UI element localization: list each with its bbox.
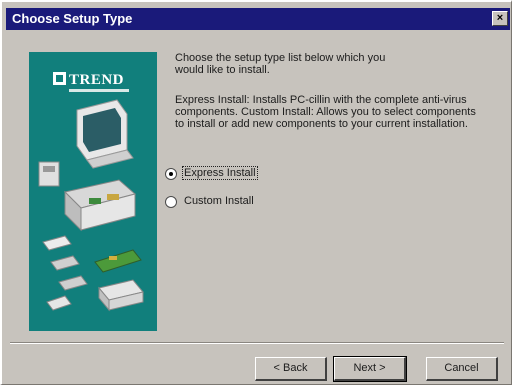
radio-checked-icon[interactable] — [165, 168, 177, 180]
computer-parts-illustration — [38, 99, 144, 312]
option-label[interactable]: Custom Install — [183, 195, 255, 207]
separator — [10, 342, 504, 344]
drive-icon — [98, 279, 144, 312]
title-bar: Choose Setup Type × — [6, 8, 510, 30]
next-button[interactable]: Next > — [333, 356, 407, 382]
speaker-icon — [38, 161, 60, 187]
setup-illustration: TREND — [29, 52, 157, 331]
install-description: Express Install: Installs PC-cillin with… — [175, 94, 476, 130]
chip-icon — [46, 275, 88, 311]
cancel-button[interactable]: Cancel — [426, 357, 498, 381]
content-area: Choose the setup type list below which y… — [175, 52, 500, 130]
open-case-icon — [64, 179, 137, 232]
radio-unchecked-icon[interactable] — [165, 196, 177, 208]
back-button[interactable]: < Back — [255, 357, 327, 381]
intro-text: Choose the setup type list below which y… — [175, 52, 386, 76]
circuit-card-icon — [42, 235, 142, 273]
close-button[interactable]: × — [492, 11, 508, 26]
dialog-title: Choose Setup Type — [12, 11, 133, 26]
setup-dialog: Choose Setup Type × TREND Choose the set… — [0, 0, 512, 385]
monitor-icon — [76, 99, 134, 169]
option-label[interactable]: Express Install — [182, 166, 258, 180]
